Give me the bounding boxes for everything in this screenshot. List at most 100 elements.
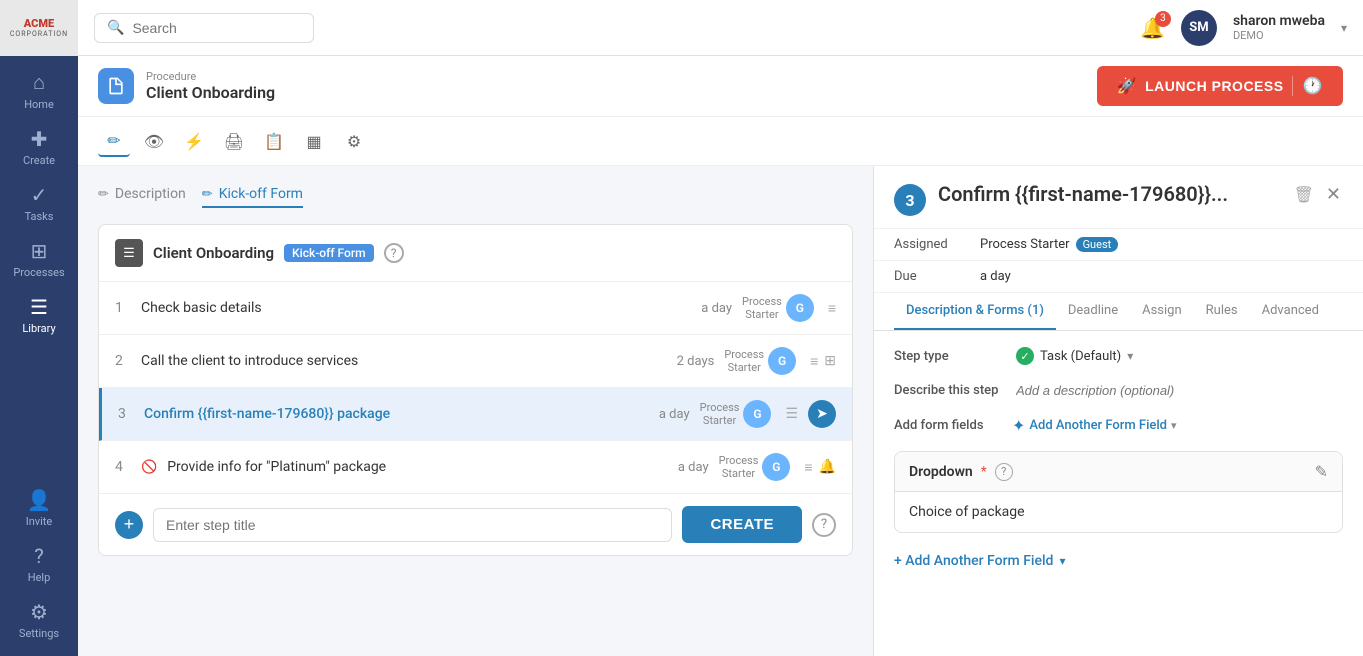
step-title-4: Provide info for "Platinum" package	[167, 459, 648, 475]
field-help-icon[interactable]: ?	[995, 463, 1013, 481]
avatar-4: G	[762, 453, 790, 481]
step-badge: 3	[894, 184, 926, 216]
sidebar-item-create[interactable]: ✚ Create	[0, 117, 78, 173]
step-type-label: Step type	[894, 349, 1004, 364]
step-row[interactable]: 1 Check basic details a day ProcessStart…	[99, 282, 852, 335]
toolbar-view[interactable]: 👁	[138, 125, 170, 157]
close-icon[interactable]: ✕	[1324, 182, 1343, 207]
invite-icon: 👤	[27, 488, 52, 512]
toolbar-settings[interactable]: ⚙	[338, 125, 370, 157]
toolbar-embed[interactable]: ▦	[298, 125, 330, 157]
sidebar-label-processes: Processes	[13, 266, 64, 279]
tab-advanced-label: Advanced	[1262, 303, 1319, 318]
chevron-icon: ▾	[1171, 419, 1177, 432]
add-step-button[interactable]: +	[115, 511, 143, 539]
list-icon-1[interactable]: ≡	[828, 300, 836, 317]
create-icon: ✚	[31, 127, 48, 151]
procedure-icon	[98, 68, 134, 104]
user-info[interactable]: sharon mweba DEMO	[1233, 13, 1325, 42]
field-card-header: Dropdown * ? ✎	[895, 452, 1342, 492]
step-detail-title: Confirm {{first-name-179680}}...	[938, 182, 1282, 206]
step-title-3: Confirm {{first-name-179680}} package	[144, 406, 630, 422]
notif-badge: 3	[1155, 11, 1171, 27]
home-icon: ⌂	[33, 70, 45, 95]
step-duration-4: a day	[659, 460, 709, 475]
sidebar-item-invite[interactable]: 👤 Invite	[0, 478, 78, 534]
step-title-input[interactable]	[153, 508, 672, 542]
list-icon-4[interactable]: ≡	[804, 459, 812, 476]
tab-advanced[interactable]: Advanced	[1250, 293, 1331, 330]
sidebar-item-settings[interactable]: ⚙ Settings	[0, 590, 78, 646]
delete-icon[interactable]: 🗑	[1294, 185, 1314, 204]
tab-kickoff-form[interactable]: ✏ Kick-off Form	[202, 182, 303, 208]
sidebar-item-processes[interactable]: ⊞ Processes	[0, 229, 78, 285]
bell-icon-4[interactable]: 🔔	[819, 459, 836, 476]
desc-row: Describe this step	[894, 379, 1343, 402]
desc-label: Describe this step	[894, 379, 1004, 398]
step-assignee-1: ProcessStarter G	[742, 294, 814, 322]
steps-header-icon: ☰	[115, 239, 143, 267]
add-another-form-field-button[interactable]: + Add Another Form Field ▾	[894, 549, 1343, 573]
step-row[interactable]: 2 Call the client to introduce services …	[99, 335, 852, 388]
step-arrow-3[interactable]: ➤	[808, 400, 836, 428]
sidebar-label-help: Help	[28, 571, 51, 584]
procedure-meta: Procedure Client Onboarding	[146, 70, 275, 102]
form-content: Step type ✓ Task (Default) ▾ Describe th…	[874, 331, 1363, 656]
help-icon[interactable]: ?	[384, 243, 404, 263]
tab-description-label: Description	[115, 186, 186, 202]
step-assignee-2: ProcessStarter G	[724, 347, 796, 375]
add-field-btn-label: Add Another Form Field	[1029, 418, 1167, 433]
tab-deadline[interactable]: Deadline	[1056, 293, 1130, 330]
user-dropdown-icon[interactable]: ▾	[1341, 21, 1347, 35]
toolbar-copy[interactable]: 📋	[258, 125, 290, 157]
tab-assign[interactable]: Assign	[1130, 293, 1194, 330]
step-type-row: Step type ✓ Task (Default) ▾	[894, 347, 1343, 365]
panel-tabs: ✏ Description ✏ Kick-off Form	[98, 182, 853, 208]
step-duration-3: a day	[640, 407, 690, 422]
meta-due-row: Due a day	[874, 261, 1363, 293]
sidebar-label-home: Home	[24, 98, 54, 111]
launch-btn-label: LAUNCH PROCESS	[1145, 78, 1283, 94]
sidebar-item-help[interactable]: ? Help	[0, 534, 78, 590]
help-icon: ?	[34, 544, 43, 568]
toolbar-print[interactable]: 🖨	[218, 125, 250, 157]
toolbar-automation[interactable]: ⚡	[178, 125, 210, 157]
step-type-select[interactable]: ✓ Task (Default) ▾	[1016, 347, 1133, 365]
step-row[interactable]: 4 🚫 Provide info for "Platinum" package …	[99, 441, 852, 494]
notification-bell[interactable]: 🔔 3	[1140, 16, 1165, 40]
add-form-field-button[interactable]: ✦ Add Another Form Field ▾	[1012, 416, 1177, 435]
pencil-icon: ✏	[98, 187, 109, 202]
sidebar-item-tasks[interactable]: ✓ Tasks	[0, 173, 78, 229]
toolbar-edit[interactable]: ✏	[98, 125, 130, 157]
step-actions-1: ≡	[828, 300, 836, 317]
tasks-icon: ✓	[31, 183, 48, 207]
add-another-label: + Add Another Form Field	[894, 553, 1053, 569]
list-icon-3[interactable]: ☰	[785, 406, 798, 422]
steps-header: ☰ Client Onboarding Kick-off Form ?	[99, 225, 852, 282]
tab-deadline-label: Deadline	[1068, 303, 1118, 318]
tab-desc-forms[interactable]: Description & Forms (1)	[894, 293, 1056, 330]
steps-header-title: Client Onboarding	[153, 244, 274, 262]
search-input[interactable]	[132, 20, 301, 36]
sidebar-item-library[interactable]: ☰ Library	[0, 285, 78, 341]
create-button[interactable]: CREATE	[682, 506, 802, 543]
step-type-value: Task (Default)	[1040, 349, 1121, 364]
desc-input[interactable]	[1016, 379, 1343, 402]
user-avatar[interactable]: SM	[1181, 10, 1217, 46]
sidebar-item-home[interactable]: ⌂ Home	[0, 60, 78, 117]
search-box[interactable]: 🔍	[94, 13, 314, 43]
list-icon-2[interactable]: ≡	[810, 353, 818, 370]
field-edit-icon[interactable]: ✎	[1315, 462, 1328, 481]
help-question-icon[interactable]: ?	[812, 513, 836, 537]
step-row-active[interactable]: 3 Confirm {{first-name-179680}} package …	[99, 388, 852, 441]
processes-icon: ⊞	[31, 239, 48, 263]
tab-rules[interactable]: Rules	[1194, 293, 1250, 330]
avatar-3: G	[743, 400, 771, 428]
topbar-right: 🔔 3 SM sharon mweba DEMO ▾	[1140, 10, 1347, 46]
add-field-row: Add form fields ✦ Add Another Form Field…	[894, 416, 1343, 435]
tab-description[interactable]: ✏ Description	[98, 182, 186, 208]
grid-icon-2[interactable]: ⊞	[824, 353, 836, 370]
assigned-label: Assigned	[894, 237, 964, 252]
step-assignee-3: ProcessStarter G	[700, 400, 772, 428]
launch-process-button[interactable]: 🚀 LAUNCH PROCESS 🕐	[1097, 66, 1343, 106]
